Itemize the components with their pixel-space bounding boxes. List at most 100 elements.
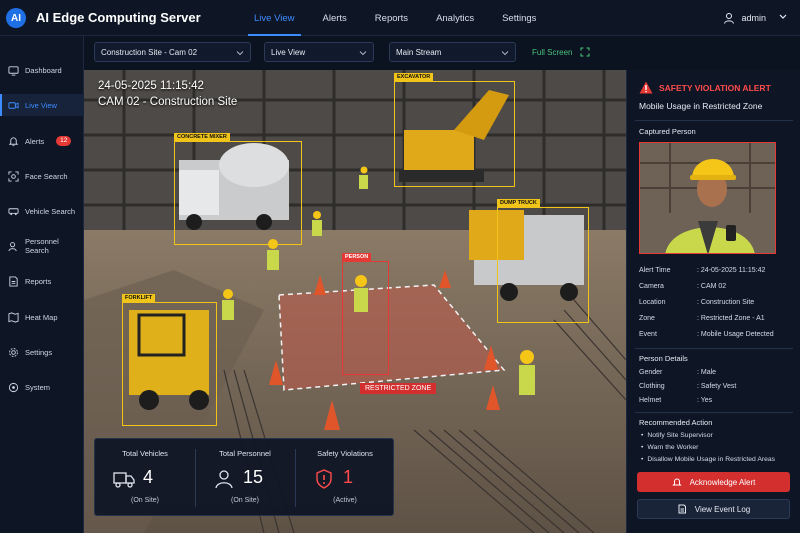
- detail-value: : Safety Vest: [697, 383, 737, 390]
- view-select[interactable]: Live View: [264, 42, 374, 62]
- sidebar-item-system[interactable]: System: [0, 376, 84, 398]
- view-event-log-label: View Event Log: [694, 504, 751, 514]
- stat-title: Total Vehicles: [122, 449, 168, 458]
- event-log-icon: [678, 504, 686, 514]
- captured-person-image: [640, 143, 775, 253]
- alert-subtitle: Mobile Usage in Restricted Zone: [639, 101, 763, 111]
- shield-alert-icon: [316, 469, 332, 489]
- sidebar-item-vehicle-search[interactable]: Vehicle Search: [0, 200, 84, 222]
- vehicle-search-icon: [8, 207, 19, 215]
- video-timestamp: 24-05-2025 11:15:42: [98, 80, 204, 92]
- camera-select[interactable]: Construction Site - Cam 02: [94, 42, 251, 62]
- sidebar-item-label: Heat Map: [25, 312, 58, 322]
- bell-icon: [8, 136, 19, 146]
- sidebar-item-reports[interactable]: Reports: [0, 270, 84, 292]
- live-video-feed[interactable]: 24-05-2025 11:15:42 CAM 02 - Constructio…: [84, 70, 626, 533]
- fullscreen-button[interactable]: Full Screen: [532, 47, 591, 57]
- detail-key: Gender: [639, 369, 663, 376]
- sidebar-item-live-view[interactable]: Live View: [0, 94, 84, 116]
- video-toolbar: Construction Site - Cam 02 Live View Mai…: [84, 36, 800, 70]
- recommendation-item: Warn the Worker: [641, 444, 698, 451]
- view-select-value: Live View: [271, 47, 306, 57]
- stat-value: 15: [243, 467, 264, 487]
- person-icon: [215, 470, 233, 489]
- stream-select-value: Main Stream: [396, 47, 442, 57]
- stat-sub: (On Site): [230, 497, 259, 504]
- person-details-title: Person Details: [639, 354, 688, 363]
- detail-key: Helmet: [639, 397, 662, 404]
- sidebar-item-label: System: [25, 382, 51, 392]
- chevron-down-icon: [359, 51, 367, 56]
- gear-icon: [9, 347, 18, 357]
- restricted-zone-label: RESTRICTED ZONE: [360, 383, 437, 394]
- divider: [635, 412, 793, 413]
- sidebar-item-face-search[interactable]: Face Search: [0, 165, 84, 187]
- sidebar-item-personnel-search[interactable]: Personnel Search: [0, 235, 84, 257]
- chevron-down-icon[interactable]: [778, 11, 788, 21]
- camera-select-value: Construction Site - Cam 02: [101, 47, 198, 57]
- divider: [635, 348, 793, 349]
- nav-alerts[interactable]: Alerts: [309, 0, 361, 36]
- stream-select[interactable]: Main Stream: [389, 42, 516, 62]
- app-title: AI Edge Computing Server: [36, 10, 201, 25]
- bell-icon: [671, 478, 682, 486]
- stat-total-vehicles: Total Vehicles 4 (On Site): [95, 439, 195, 517]
- recommendation-item: Disallow Mobile Usage in Restricted Area…: [641, 456, 775, 463]
- alert-header: SAFETY VIOLATION ALERT: [639, 81, 771, 94]
- stat-total-personnel: Total Personnel 15 (On Site): [195, 439, 295, 517]
- detail-key: Camera: [639, 283, 664, 290]
- stat-value: 1: [343, 467, 354, 487]
- reports-icon: [9, 275, 18, 287]
- detail-key: Location: [639, 299, 666, 306]
- stat-title: Safety Violations: [317, 449, 373, 458]
- sidebar: Dashboard Live View Alerts 12 Face Searc…: [0, 36, 84, 533]
- divider: [635, 120, 793, 121]
- stat-sub: (Active): [333, 497, 357, 504]
- dashboard-icon: [8, 65, 19, 76]
- detection-label: DUMP TRUCK: [497, 199, 540, 207]
- user-icon: [724, 13, 735, 24]
- top-bar: AI AI Edge Computing Server Live View Al…: [0, 0, 800, 36]
- detection-box-dump-truck[interactable]: DUMP TRUCK: [497, 199, 589, 323]
- recommendation-item: Notify Site Supervisor: [641, 432, 712, 439]
- nav-live-view[interactable]: Live View: [240, 0, 309, 36]
- system-icon: [8, 382, 19, 392]
- sidebar-item-heat-map[interactable]: Heat Map: [0, 306, 84, 328]
- sidebar-item-label: Dashboard: [25, 65, 62, 75]
- detection-label: PERSON: [342, 253, 372, 261]
- sidebar-item-label: Face Search: [25, 171, 68, 181]
- sidebar-item-settings[interactable]: Settings: [0, 341, 84, 363]
- sidebar-item-alerts[interactable]: Alerts 12: [0, 130, 84, 152]
- stat-value: 4: [143, 467, 154, 487]
- live-view-icon: [8, 101, 19, 109]
- detail-value: : Mobile Usage Detected: [697, 331, 774, 338]
- detection-box-concrete-mixer[interactable]: CONCRETE MIXER: [174, 133, 302, 245]
- site-stats-card: Total Vehicles 4 (On Site) Total Personn…: [94, 438, 394, 516]
- detection-box-forklift[interactable]: FORKLIFT: [122, 294, 217, 426]
- captured-person-photo[interactable]: [639, 142, 776, 254]
- heat-map-icon: [8, 311, 19, 323]
- app-logo: AI: [6, 8, 26, 28]
- alert-title: SAFETY VIOLATION ALERT: [659, 82, 771, 93]
- alert-panel: SAFETY VIOLATION ALERT Mobile Usage in R…: [626, 70, 800, 533]
- face-search-icon: [8, 170, 19, 182]
- detection-label: CONCRETE MIXER: [174, 133, 230, 141]
- acknowledge-alert-button[interactable]: Acknowledge Alert: [637, 472, 790, 492]
- detection-box-person[interactable]: PERSON: [342, 253, 389, 375]
- sidebar-item-label: Personnel Search: [25, 237, 59, 255]
- detection-box-excavator[interactable]: EXCAVATOR: [394, 73, 515, 187]
- nav-analytics[interactable]: Analytics: [422, 0, 488, 36]
- detection-label: FORKLIFT: [122, 294, 156, 302]
- user-menu[interactable]: admin: [723, 12, 766, 24]
- sidebar-item-label: Reports: [25, 276, 52, 286]
- sidebar-item-dashboard[interactable]: Dashboard: [0, 59, 84, 81]
- detail-key: Event: [639, 331, 657, 338]
- stat-safety-violations: Safety Violations 1 (Active): [295, 439, 395, 517]
- nav-reports[interactable]: Reports: [361, 0, 422, 36]
- detail-key: Alert Time: [639, 267, 671, 274]
- sidebar-item-label: Settings: [25, 347, 53, 357]
- detail-value: : Male: [697, 369, 717, 376]
- nav-settings[interactable]: Settings: [488, 0, 550, 36]
- view-event-log-button[interactable]: View Event Log: [637, 499, 790, 519]
- personnel-search-icon: [8, 241, 17, 251]
